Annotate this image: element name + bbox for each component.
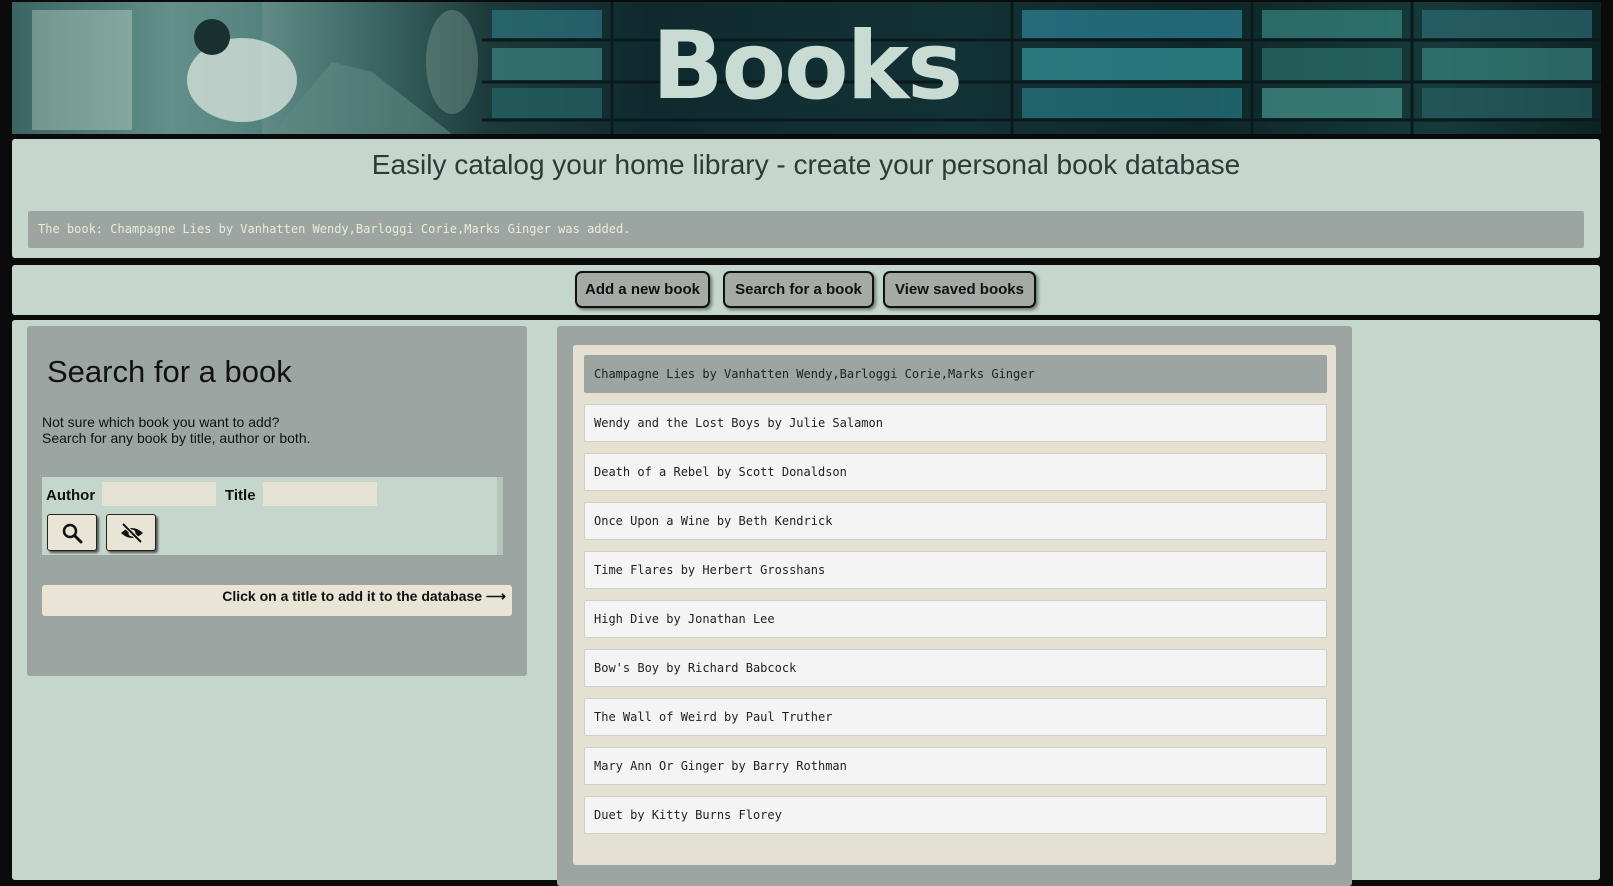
search-form: Author Title	[42, 477, 503, 555]
main-panel: Search for a book Not sure which book yo…	[12, 320, 1600, 886]
book-result-item[interactable]: Mary Ann Or Ginger by Barry Rothman	[584, 747, 1327, 785]
book-result-item[interactable]: Time Flares by Herbert Grosshans	[584, 551, 1327, 589]
results-panel: Champagne Lies by Vanhatten Wendy,Barlog…	[557, 326, 1352, 886]
search-panel: Search for a book Not sure which book yo…	[27, 326, 527, 676]
add-hint: Click on a title to add it to the databa…	[42, 585, 512, 616]
search-button[interactable]	[47, 514, 97, 551]
search-icon	[62, 523, 83, 544]
book-result-item[interactable]: Wendy and the Lost Boys by Julie Salamon	[584, 404, 1327, 442]
description-line: Search for any book by title, author or …	[42, 430, 311, 446]
title-label: Title	[225, 487, 256, 504]
book-result-item[interactable]: Champagne Lies by Vanhatten Wendy,Barlog…	[584, 355, 1327, 393]
search-description: Not sure which book you want to add? Sea…	[42, 414, 311, 446]
hide-results-button[interactable]	[106, 514, 156, 551]
add-book-button[interactable]: Add a new book	[575, 271, 710, 308]
book-result-item[interactable]: Death of a Rebel by Scott Donaldson	[584, 453, 1327, 491]
page-tagline: Easily catalog your home library - creat…	[371, 149, 1241, 180]
results-list: Champagne Lies by Vanhatten Wendy,Barlog…	[573, 345, 1336, 865]
description-line: Not sure which book you want to add?	[42, 414, 280, 430]
header-banner: Books	[12, 2, 1601, 134]
eye-off-icon	[121, 522, 143, 544]
author-input[interactable]	[102, 482, 216, 506]
intro-panel: Easily catalog your home library - creat…	[12, 139, 1600, 258]
book-result-item[interactable]: Duet by Kitty Burns Florey	[584, 796, 1327, 834]
status-message: The book: Champagne Lies by Vanhatten We…	[28, 211, 1584, 248]
hint-text: Click on a title to add it to the databa…	[222, 588, 506, 604]
search-book-button[interactable]: Search for a book	[723, 271, 874, 308]
book-result-item[interactable]: Once Upon a Wine by Beth Kendrick	[584, 502, 1327, 540]
book-result-item[interactable]: Bow's Boy by Richard Babcock	[584, 649, 1327, 687]
title-input[interactable]	[263, 482, 377, 506]
author-label: Author	[46, 487, 96, 504]
search-heading: Search for a book	[47, 354, 292, 389]
view-saved-button[interactable]: View saved books	[883, 271, 1036, 308]
book-result-item[interactable]: The Wall of Weird by Paul Truther	[584, 698, 1327, 736]
book-result-item[interactable]: High Dive by Jonathan Lee	[584, 600, 1327, 638]
site-title: Books	[651, 12, 963, 121]
nav-bar: Add a new book Search for a book View sa…	[12, 265, 1600, 315]
